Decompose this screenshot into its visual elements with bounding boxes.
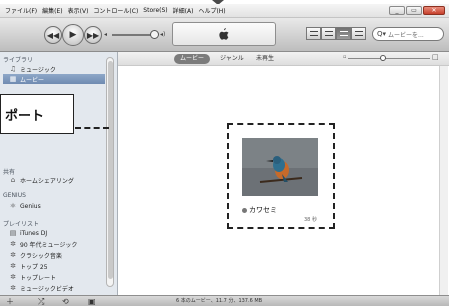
tab-unwatched[interactable]: 未再生 [256, 54, 274, 64]
minimize-button[interactable]: _ [389, 6, 405, 15]
menu-help[interactable]: ヘルプ(H) [198, 6, 225, 15]
dj-icon: ▤ [9, 229, 17, 237]
search-placeholder: ムービーを... [388, 31, 424, 39]
close-button[interactable]: ✕ [423, 6, 445, 15]
menu-store[interactable]: Store(S) [143, 7, 167, 14]
movie-thumbnail[interactable] [242, 138, 318, 196]
sidebar-item-music[interactable]: ♫ ミュージック [3, 64, 105, 74]
sidebar-item-top-rated[interactable]: ✲ トップレート [3, 272, 105, 282]
content-header: ムービー ジャンル 未再生 ▫ □ [118, 52, 449, 66]
gear-playlist-icon: ✲ [10, 240, 16, 248]
sidebar-scrollbar[interactable] [106, 57, 114, 287]
fast-forward-icon: ▶▶ [86, 30, 100, 40]
next-track-button[interactable]: ▶▶ [84, 26, 102, 44]
large-size-icon: □ [432, 53, 439, 61]
coverflow-view-button[interactable] [351, 27, 366, 40]
thumbnail-size-slider[interactable] [348, 58, 430, 59]
movie-title[interactable]: カワセミ [242, 205, 277, 215]
music-note-icon: ♫ [9, 65, 17, 73]
list-view-button[interactable] [306, 27, 321, 40]
grid-view-button[interactable] [336, 27, 351, 40]
callout-label: ポート [5, 108, 45, 124]
album-view-button[interactable] [321, 27, 336, 40]
small-size-icon: ▫ [343, 54, 347, 60]
sidebar-item-label: Genius [20, 202, 41, 210]
film-icon: ▦ [9, 75, 17, 83]
artwork-toggle-button[interactable]: ▣ [88, 297, 96, 306]
rewind-icon: ◀◀ [46, 30, 60, 40]
sidebar-item-itunes-dj[interactable]: ▤ iTunes DJ [3, 228, 105, 238]
window-controls: _ ▭ ✕ [388, 6, 445, 15]
search-icon: Q▾ [377, 30, 387, 38]
sidebar-item-genius[interactable]: ⚛ Genius [3, 201, 105, 211]
search-field[interactable]: Q▾ ムービーを... [372, 27, 444, 41]
list-view-icon [309, 31, 318, 36]
tab-genres[interactable]: ジャンル [220, 54, 244, 64]
callout-leader-line [75, 127, 109, 129]
status-bar: ＋ ⤮ ⟲ ▣ 6 本のムービー、11.7 分、137.6 MB [0, 295, 449, 306]
home-icon: ⌂ [10, 176, 16, 184]
movie-grid-area: ムービー ジャンル 未再生 ▫ □ カワセミ 38 秒 [118, 52, 449, 295]
content-scrollbar[interactable] [439, 66, 448, 295]
menu-file[interactable]: ファイル(F) [5, 6, 37, 15]
genius-heading: GENIUS [3, 192, 26, 199]
sidebar-item-label: ホームシェアリング [20, 177, 74, 185]
movie-item[interactable]: カワセミ 38 秒 [227, 123, 335, 229]
playlists-heading: プレイリスト [3, 221, 40, 228]
shuffle-button[interactable]: ⤮ [38, 297, 44, 306]
gear-playlist-icon: ✲ [10, 284, 16, 292]
annotation-callout: ポート [0, 94, 74, 134]
library-heading: ライブラリ [3, 57, 34, 64]
sidebar: ライブラリ ♫ ミュージック ▦ ムービー 共有 ⌂ ホームシェアリング GEN… [0, 52, 118, 295]
volume-low-icon: ◂ [104, 31, 108, 38]
movie-title-text: カワセミ [249, 206, 277, 214]
menu-edit[interactable]: 編集(E) [42, 6, 62, 15]
sidebar-item-label: ムービー [20, 76, 45, 84]
sidebar-item-90s-music[interactable]: ✲ 90 年代ミュージック [3, 239, 105, 249]
volume-knob[interactable] [150, 30, 159, 39]
library-summary: 6 本のムービー、11.7 分、137.6 MB [176, 298, 263, 304]
play-button[interactable]: ▶ [62, 24, 84, 46]
album-view-icon [324, 31, 333, 36]
menu-controls[interactable]: コントロール(C) [93, 6, 138, 15]
sidebar-item-label: ミュージック [20, 66, 56, 74]
gear-playlist-icon: ✲ [10, 251, 16, 259]
sidebar-item-top-25[interactable]: ✲ トップ 25 [3, 261, 105, 271]
gear-playlist-icon: ✲ [10, 262, 16, 270]
grid-view-icon [339, 31, 348, 36]
menu-advanced[interactable]: 詳細(A) [173, 6, 194, 15]
view-mode-buttons [306, 27, 366, 40]
apple-icon [219, 27, 229, 40]
thumbnail-size-knob[interactable] [380, 55, 386, 61]
sidebar-item-home-sharing[interactable]: ⌂ ホームシェアリング [3, 175, 105, 185]
sidebar-item-music-videos[interactable]: ✲ ミュージックビデオ [3, 283, 105, 293]
genius-atom-icon: ⚛ [9, 202, 17, 210]
gear-playlist-icon: ✲ [10, 273, 16, 281]
add-playlist-button[interactable]: ＋ [6, 297, 14, 306]
movie-duration: 38 秒 [304, 217, 317, 223]
toolbar: ◀◀ ▶ ▶▶ ◂ ◂) Q▾ ムービーを... [0, 18, 449, 52]
play-icon: ▶ [69, 30, 77, 40]
status-display [172, 22, 276, 46]
tab-movies[interactable]: ムービー [174, 54, 211, 64]
coverflow-view-icon [354, 31, 363, 36]
menu-bar: ファイル(F) 編集(E) 表示(V) コントロール(C) Store(S) 詳… [0, 4, 449, 18]
unwatched-dot-icon [242, 207, 247, 213]
volume-high-icon: ◂) [160, 31, 166, 38]
sidebar-item-classical[interactable]: ✲ クラシック音楽 [3, 250, 105, 260]
sidebar-item-label: 90 年代ミュージック [20, 241, 78, 249]
sidebar-item-label: iTunes DJ [20, 229, 48, 237]
maximize-button[interactable]: ▭ [406, 6, 422, 15]
sidebar-item-label: トップ 25 [20, 263, 48, 271]
sidebar-item-label: ミュージックビデオ [20, 285, 74, 293]
kingfisher-image [242, 138, 318, 196]
sidebar-item-label: トップレート [20, 274, 57, 282]
sidebar-item-label: クラシック音楽 [20, 252, 62, 260]
sidebar-scrollbar-thumb[interactable] [108, 61, 113, 279]
menu-view[interactable]: 表示(V) [68, 6, 89, 15]
repeat-button[interactable]: ⟲ [62, 297, 69, 306]
sidebar-item-movies[interactable]: ▦ ムービー [3, 74, 105, 84]
previous-track-button[interactable]: ◀◀ [44, 26, 62, 44]
